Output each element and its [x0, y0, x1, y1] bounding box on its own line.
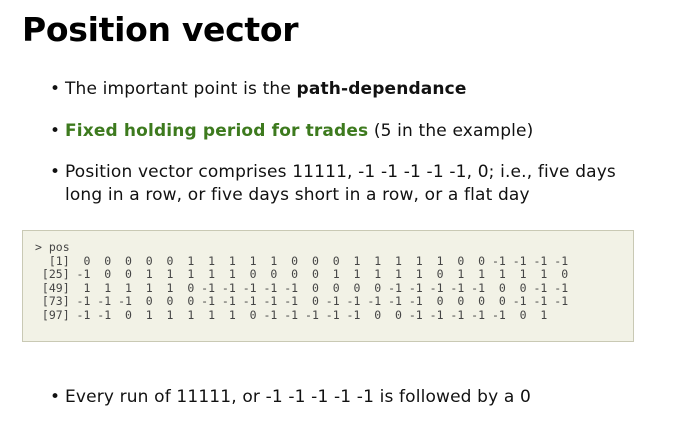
console-output-row: [97] -1 -1 0 1 1 1 1 1 0 -1 -1 -1 -1 -1 …: [35, 307, 548, 322]
bullet-marker: •: [50, 387, 61, 407]
bullet-text: The important point is the path-dependan…: [65, 78, 640, 101]
bullet-marker: •: [50, 79, 61, 99]
bullet-marker: •: [50, 162, 61, 182]
bullet-text: Position vector comprises 11111, -1 -1 -…: [65, 162, 616, 205]
bullet-text-suffix: (5 in the example): [368, 121, 534, 141]
console-output-row: [25] -1 0 0 1 1 1 1 1 0 0 0 0 1 1 1 1 1 …: [35, 267, 569, 282]
console-output-row: [49] 1 1 1 1 1 0 -1 -1 -1 -1 -1 0 0 0 0 …: [35, 280, 569, 295]
bullet-highlight: Fixed holding period for trades: [65, 121, 369, 141]
bullet-text-prefix: The important point is the: [65, 79, 297, 99]
slide-title: Position vector: [22, 10, 299, 49]
bullet-text: Every run of 11111, or -1 -1 -1 -1 -1 is…: [65, 387, 531, 407]
bullet-holding-period: • Fixed holding period for trades (5 in …: [50, 120, 640, 143]
r-console-output: > pos [1] 0 0 0 0 0 1 1 1 1 1 0 0 0 1 1 …: [22, 230, 634, 342]
bullet-text: Fixed holding period for trades (5 in th…: [65, 120, 640, 143]
bullet-every-run: • Every run of 11111, or -1 -1 -1 -1 -1 …: [50, 386, 640, 409]
console-output-row: [73] -1 -1 -1 0 0 0 -1 -1 -1 -1 -1 0 -1 …: [35, 294, 569, 309]
bullet-emphasis: path-dependance: [296, 79, 467, 99]
console-command: > pos: [35, 240, 70, 254]
bullet-path-dependance: • The important point is the path-depend…: [50, 78, 640, 101]
bullet-marker: •: [50, 121, 61, 141]
bullet-position-vector: • Position vector comprises 11111, -1 -1…: [50, 161, 640, 207]
console-output-row: [1] 0 0 0 0 0 1 1 1 1 1 0 0 0 1 1 1 1 1 …: [35, 253, 569, 268]
